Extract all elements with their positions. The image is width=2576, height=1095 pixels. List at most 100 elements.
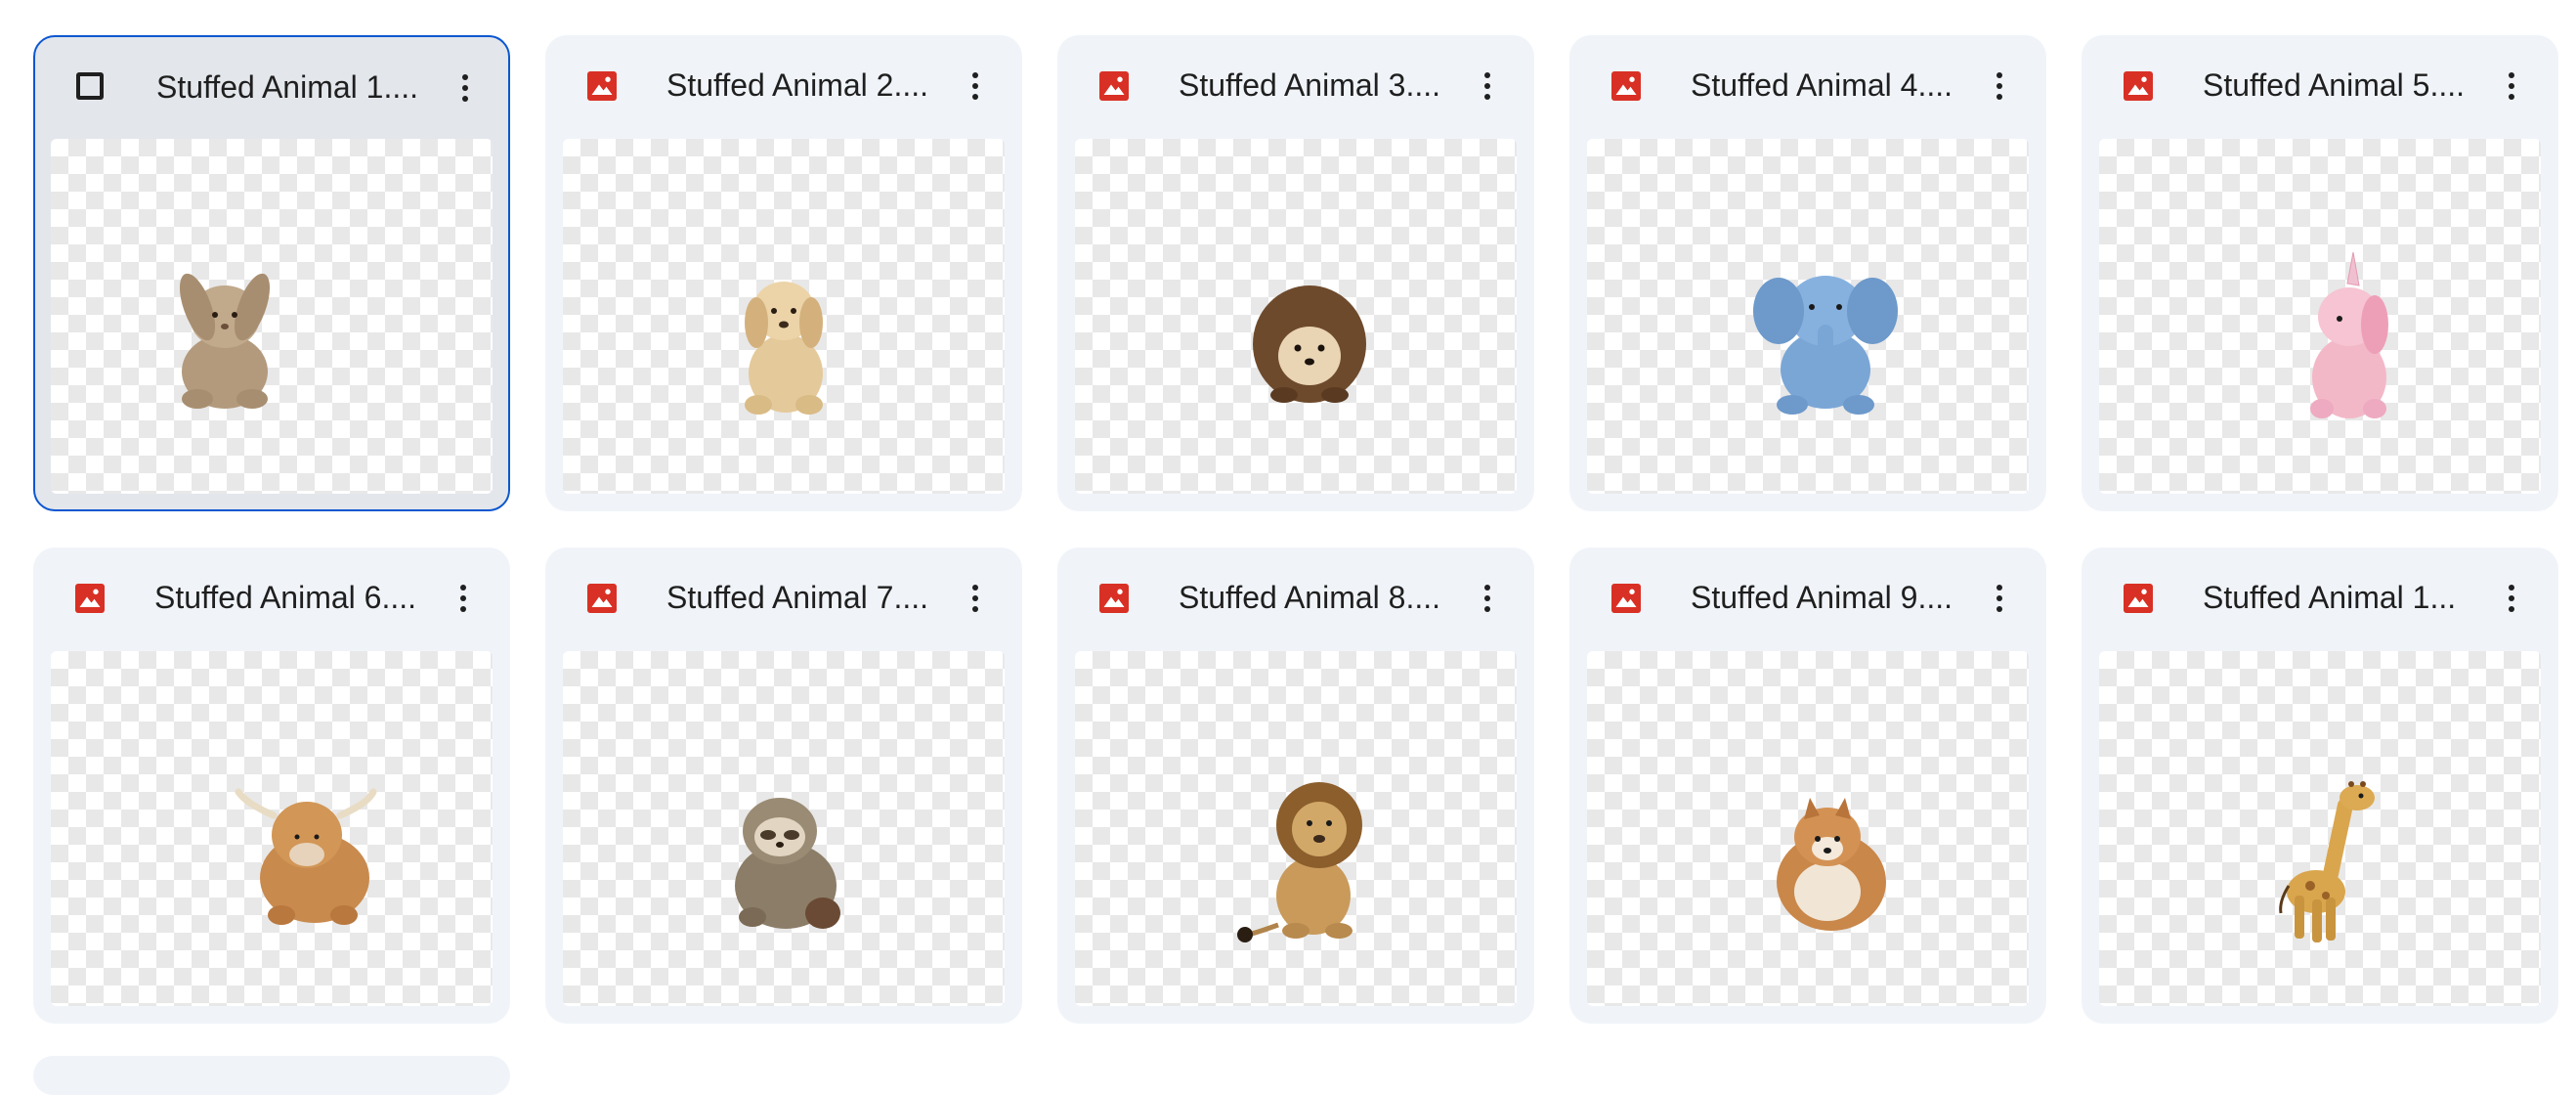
more-vert-icon-dot	[972, 606, 978, 612]
highland-cow-plush-thumbnail	[235, 788, 377, 925]
image-file-icon	[587, 71, 617, 101]
image-file-icon	[2124, 71, 2153, 101]
file-title: Stuffed Animal 1...	[2203, 580, 2457, 615]
more-vert-icon	[460, 585, 466, 591]
file-card[interactable]: Stuffed Animal 2....	[545, 35, 1022, 511]
more-vert-icon-dot	[2509, 606, 2514, 612]
checkbox-icon[interactable]	[76, 72, 104, 100]
more-vert-icon	[1996, 585, 2002, 591]
giraffe-plush-thumbnail	[2279, 781, 2375, 942]
more-vert-icon	[972, 585, 978, 591]
file-title: Stuffed Animal 9....	[1691, 580, 1953, 615]
file-thumbnail[interactable]	[51, 651, 493, 1006]
lion-plush-thumbnail	[1237, 782, 1362, 942]
image-file-icon	[1611, 71, 1641, 101]
more-vert-icon	[462, 74, 468, 80]
file-thumbnail[interactable]	[1075, 651, 1517, 1006]
more-vert-icon-dot	[1484, 595, 1490, 601]
file-card[interactable]: Stuffed Animal 9....	[1569, 548, 2046, 1024]
more-vert-icon-dot	[460, 606, 466, 612]
file-thumbnail[interactable]	[563, 651, 1005, 1006]
more-options-button[interactable]	[954, 65, 997, 108]
more-vert-icon-dot	[1996, 83, 2002, 89]
file-thumbnail[interactable]	[2099, 139, 2541, 494]
file-thumbnail[interactable]	[2099, 651, 2541, 1006]
file-grid: Stuffed Animal 1.... Stuffed Animal 2...…	[0, 0, 2576, 1095]
more-vert-icon-dot	[2509, 595, 2514, 601]
image-file-icon	[2124, 584, 2153, 613]
file-card[interactable]: Stuffed Animal 1...	[2082, 548, 2558, 1024]
unicorn-plush-thumbnail	[2310, 251, 2388, 418]
file-thumbnail[interactable]	[1587, 139, 2029, 494]
more-vert-icon-dot	[1484, 94, 1490, 100]
file-card[interactable]: Stuffed Animal 5....	[2082, 35, 2558, 511]
more-vert-icon	[2509, 72, 2514, 78]
image-file-icon	[1099, 71, 1129, 101]
more-vert-icon	[972, 72, 978, 78]
more-vert-icon-dot	[972, 595, 978, 601]
file-thumbnail[interactable]	[1587, 651, 2029, 1006]
more-options-button[interactable]	[1466, 577, 1509, 620]
file-title: Stuffed Animal 7....	[666, 580, 929, 615]
file-card-partial[interactable]	[33, 1056, 510, 1095]
more-options-button[interactable]	[444, 66, 487, 110]
more-vert-icon-dot	[460, 595, 466, 601]
more-vert-icon-dot	[462, 96, 468, 102]
more-vert-icon	[2509, 585, 2514, 591]
file-title: Stuffed Animal 1....	[156, 69, 419, 105]
card-header: Stuffed Animal 8....	[1057, 548, 1534, 651]
card-header: Stuffed Animal 2....	[545, 35, 1022, 139]
card-header: Stuffed Animal 5....	[2082, 35, 2558, 139]
card-header: Stuffed Animal 4....	[1569, 35, 2046, 139]
pomeranian-plush-thumbnail	[1777, 798, 1886, 931]
file-card[interactable]: Stuffed Animal 4....	[1569, 35, 2046, 511]
file-card[interactable]: Stuffed Animal 7....	[545, 548, 1022, 1024]
file-card[interactable]: Stuffed Animal 8....	[1057, 548, 1534, 1024]
puppy-plush-thumbnail	[745, 282, 823, 415]
card-header: Stuffed Animal 6....	[33, 548, 510, 651]
bunny-plush-thumbnail	[179, 273, 271, 409]
more-vert-icon	[1484, 72, 1490, 78]
image-file-icon	[587, 584, 617, 613]
more-vert-icon-dot	[1996, 606, 2002, 612]
more-vert-icon-dot	[2509, 83, 2514, 89]
file-title: Stuffed Animal 4....	[1691, 67, 1953, 103]
more-vert-icon	[1996, 72, 2002, 78]
file-card[interactable]: Stuffed Animal 1....	[33, 35, 510, 511]
elephant-plush-thumbnail	[1753, 276, 1898, 415]
file-thumbnail[interactable]	[1075, 139, 1517, 494]
more-vert-icon-dot	[1484, 83, 1490, 89]
file-title: Stuffed Animal 8....	[1179, 580, 1441, 615]
card-header: Stuffed Animal 9....	[1569, 548, 2046, 651]
more-options-button[interactable]	[442, 577, 485, 620]
file-thumbnail[interactable]	[51, 139, 493, 494]
more-options-button[interactable]	[1978, 65, 2021, 108]
more-options-button[interactable]	[1978, 577, 2021, 620]
more-options-button[interactable]	[2490, 65, 2533, 108]
more-vert-icon-dot	[1996, 595, 2002, 601]
file-thumbnail[interactable]	[563, 139, 1005, 494]
more-vert-icon-dot	[972, 83, 978, 89]
more-vert-icon-dot	[462, 85, 468, 91]
file-card[interactable]: Stuffed Animal 3....	[1057, 35, 1534, 511]
card-header: Stuffed Animal 3....	[1057, 35, 1534, 139]
card-header: Stuffed Animal 7....	[545, 548, 1022, 651]
more-vert-icon-dot	[1484, 606, 1490, 612]
more-vert-icon-dot	[1996, 94, 2002, 100]
file-title: Stuffed Animal 5....	[2203, 67, 2466, 103]
file-card[interactable]: Stuffed Animal 6....	[33, 548, 510, 1024]
more-vert-icon	[1484, 585, 1490, 591]
image-file-icon	[1099, 584, 1129, 613]
file-title: Stuffed Animal 6....	[154, 580, 417, 615]
file-title: Stuffed Animal 2....	[666, 67, 929, 103]
more-vert-icon-dot	[2509, 94, 2514, 100]
card-header: Stuffed Animal 1...	[2082, 548, 2558, 651]
hedgehog-plush-thumbnail	[1253, 285, 1366, 403]
image-file-icon	[75, 584, 105, 613]
more-options-button[interactable]	[954, 577, 997, 620]
more-vert-icon-dot	[972, 94, 978, 100]
sloth-plush-thumbnail	[735, 798, 840, 929]
more-options-button[interactable]	[1466, 65, 1509, 108]
more-options-button[interactable]	[2490, 577, 2533, 620]
file-title: Stuffed Animal 3....	[1179, 67, 1441, 103]
